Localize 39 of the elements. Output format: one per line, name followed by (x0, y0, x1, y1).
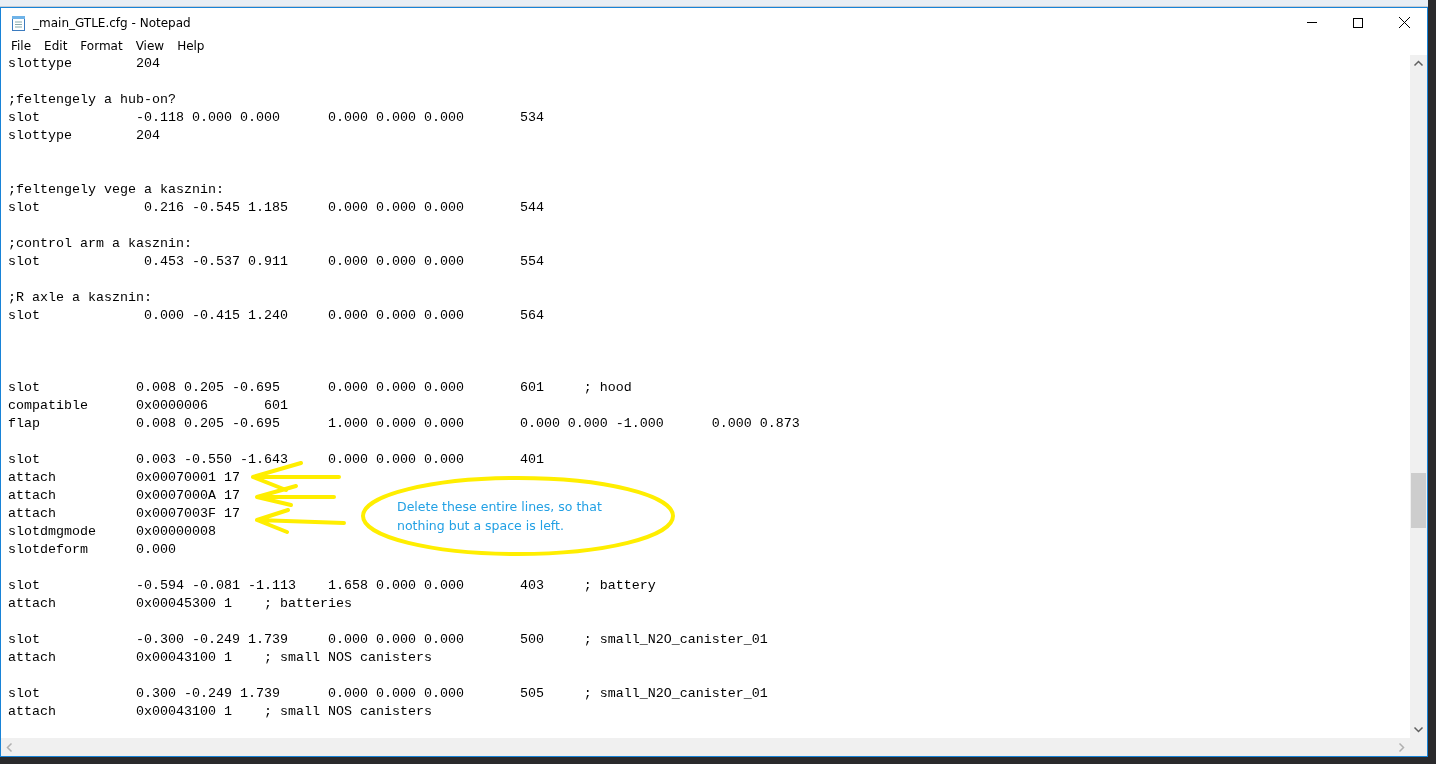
code-line: slot 0.008 0.205 -0.695 0.000 0.000 0.000 601 ; hood (8, 379, 632, 397)
code-line: slot 0.000 -0.415 1.240 0.000 0.000 0.000 564 (8, 307, 544, 325)
code-line: slot -0.300 -0.249 1.739 0.000 0.000 0.000 500 ; small_N2O_canister_01 (8, 631, 768, 649)
window-title: _main_GTLE.cfg - Notepad (33, 15, 192, 30)
code-line: slot -0.594 -0.081 -1.113 1.658 0.000 0.000 403 ; battery (8, 577, 656, 595)
minimize-icon (1307, 22, 1317, 23)
annotation-note: Delete these entire lines, so that nothing but a space is left. (397, 498, 603, 535)
code-line: slotdeform 0.000 (8, 541, 176, 559)
code-line: ;feltengely a hub-on? (8, 91, 176, 109)
maximize-icon (1353, 17, 1363, 28)
code-line: attach 0x00043100 1 ; small NOS canisters (8, 703, 432, 721)
code-line: slottype 204 (8, 55, 160, 73)
menu-item[interactable]: View (128, 37, 171, 55)
close-icon (1398, 17, 1410, 28)
code-line: slot 0.453 -0.537 0.911 0.000 0.000 0.000 554 (8, 253, 544, 271)
code-line: attach 0x0007003F 17 (8, 505, 240, 523)
code-line: slot 0.003 -0.550 -1.643 0.000 0.000 0.000 401 (8, 451, 544, 469)
menu-item[interactable]: Edit (37, 37, 74, 55)
code-line: ;R axle a kasznin: (8, 289, 152, 307)
horizontal-scrollbar[interactable] (1, 738, 1427, 756)
scrollbar-thumb[interactable] (1411, 473, 1426, 528)
notepad-icon (11, 14, 26, 31)
code-line: attach 0x00045300 1 ; batteries (8, 595, 352, 613)
menu-item[interactable]: File (4, 37, 38, 55)
menu-item[interactable]: Format (73, 37, 129, 55)
code-line: compatible 0x0000006 601 (8, 397, 288, 415)
menu-item[interactable]: Help (170, 37, 211, 55)
code-line: attach 0x0007000A 17 (8, 487, 240, 505)
code-line: flap 0.008 0.205 -0.695 1.000 0.000 0.000 0.000 0.000 -1.000 0.000 0.873 (8, 415, 800, 433)
vertical-scrollbar[interactable] (1410, 55, 1427, 738)
code-line: attach 0x00070001 17 (8, 469, 240, 487)
code-line: ;control arm a kasznin: (8, 235, 192, 253)
code-line: ;feltengely vege a kasznin: (8, 181, 224, 199)
code-line: slot 0.300 -0.249 1.739 0.000 0.000 0.000 505 ; small_N2O_canister_01 (8, 685, 768, 703)
code-line: slot 0.216 -0.545 1.185 0.000 0.000 0.000 544 (8, 199, 544, 217)
code-line: attach 0x00043100 1 ; small NOS canisters (8, 649, 432, 667)
code-line: slotdmgmode 0x00000008 (8, 523, 216, 541)
code-line: slot -0.118 0.000 0.000 0.000 0.000 0.000 534 (8, 109, 544, 127)
code-line: slottype 204 (8, 127, 160, 145)
